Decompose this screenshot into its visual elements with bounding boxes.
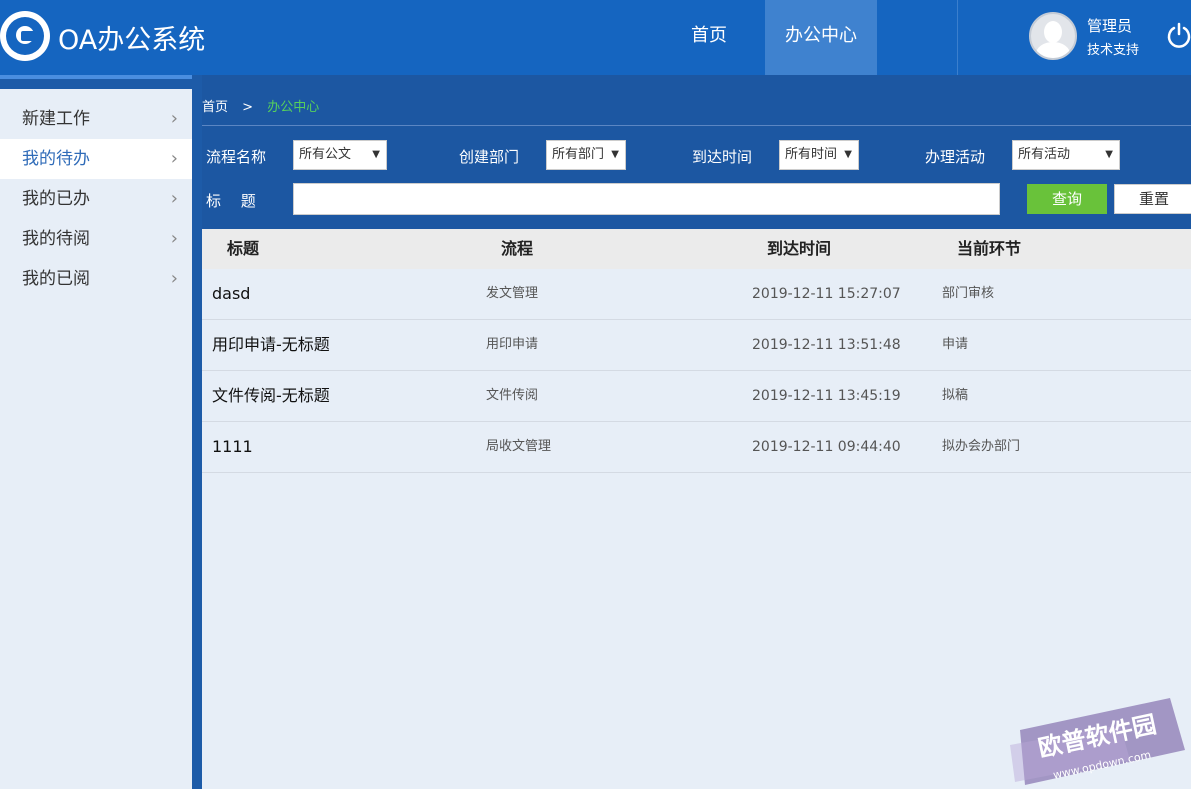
flow-name-value: 所有公文	[299, 147, 352, 162]
row-title[interactable]: 用印申请-无标题	[212, 320, 330, 370]
arrival-time-select[interactable]: 所有时间 ▼	[779, 140, 859, 170]
dropdown-arrow-icon: ▼	[1105, 149, 1113, 160]
sidebar-item-my-to-read[interactable]: 我的待阅 ›	[0, 219, 192, 259]
user-role: 技术支持	[1087, 43, 1140, 58]
dropdown-arrow-icon: ▼	[611, 149, 619, 160]
app-title: OA办公系统	[58, 25, 206, 56]
row-step: 部门审核	[942, 286, 995, 301]
row-time: 2019-12-11 13:51:48	[752, 337, 901, 353]
nav-home[interactable]: 首页	[652, 0, 766, 75]
query-button[interactable]: 查询	[1027, 184, 1107, 214]
row-step: 拟办会办部门	[942, 439, 1021, 454]
nav-office-center[interactable]: 办公中心	[765, 0, 877, 75]
row-title[interactable]: 文件传阅-无标题	[212, 371, 330, 421]
avatar[interactable]	[1029, 12, 1077, 60]
sidebar-item-label: 我的待办	[22, 149, 90, 169]
sidebar-item-my-read[interactable]: 我的已阅 ›	[0, 259, 192, 299]
dropdown-arrow-icon: ▼	[844, 149, 852, 160]
sidebar: 新建工作 › 我的待办 › 我的已办 › 我的待阅 › 我的已阅 ›	[0, 75, 192, 789]
reset-button[interactable]: 重置	[1114, 184, 1191, 214]
activity-select[interactable]: 所有活动 ▼	[1012, 140, 1120, 170]
header-divider	[957, 0, 958, 75]
row-time: 2019-12-11 09:44:40	[752, 439, 901, 455]
dept-value: 所有部门	[552, 147, 605, 162]
row-title[interactable]: 1111	[212, 422, 253, 472]
column-header-current-step: 当前环节	[957, 239, 1022, 258]
sidebar-item-new-work[interactable]: 新建工作 ›	[0, 99, 192, 139]
row-flow: 局收文管理	[486, 439, 552, 454]
watermark-logo: 欧普软件园 www.opdown.com	[1010, 698, 1185, 785]
chevron-right-icon: ›	[170, 228, 178, 249]
sidebar-item-label: 我的已办	[22, 189, 90, 209]
table-row[interactable]: 文件传阅-无标题 文件传阅 2019-12-11 13:45:19 拟稿	[202, 371, 1191, 422]
row-step: 拟稿	[942, 388, 969, 403]
sidebar-item-label: 新建工作	[22, 109, 90, 129]
activity-value: 所有活动	[1018, 147, 1071, 162]
breadcrumb-separator: >	[242, 100, 254, 115]
flow-name-select[interactable]: 所有公文 ▼	[293, 140, 387, 170]
filter-divider	[202, 125, 1191, 126]
filter-panel: 首页 > 办公中心 流程名称 所有公文 ▼ 创建部门 所有部门 ▼ 到达时间 所…	[202, 75, 1191, 229]
top-header: OA办公系统 首页 办公中心 管理员 技术支持	[0, 0, 1191, 75]
table-header: 标题 流程 到达时间 当前环节	[202, 229, 1191, 269]
sidebar-item-my-todo[interactable]: 我的待办 ›	[0, 139, 192, 179]
logo-icon	[0, 11, 50, 61]
sidebar-item-my-done[interactable]: 我的已办 ›	[0, 179, 192, 219]
column-header-flow: 流程	[501, 239, 534, 258]
table-row[interactable]: dasd 发文管理 2019-12-11 15:27:07 部门审核	[202, 269, 1191, 320]
title-label: 标 题	[206, 192, 256, 210]
table-row[interactable]: 用印申请-无标题 用印申请 2019-12-11 13:51:48 申请	[202, 320, 1191, 371]
title-input[interactable]	[293, 183, 1000, 215]
row-time: 2019-12-11 15:27:07	[752, 286, 901, 302]
row-time: 2019-12-11 13:45:19	[752, 388, 901, 404]
row-flow: 文件传阅	[486, 388, 539, 403]
activity-label: 办理活动	[925, 148, 986, 166]
row-flow: 用印申请	[486, 337, 539, 352]
content-left-border	[192, 75, 202, 789]
sidebar-item-label: 我的待阅	[22, 229, 90, 249]
todo-table: 标题 流程 到达时间 当前环节 dasd 发文管理 2019-12-11 15:…	[202, 229, 1191, 473]
row-flow: 发文管理	[486, 286, 539, 301]
dept-select[interactable]: 所有部门 ▼	[546, 140, 626, 170]
breadcrumb-home[interactable]: 首页	[202, 100, 228, 115]
breadcrumb-current: 办公中心	[267, 100, 320, 115]
flow-name-label: 流程名称	[206, 148, 267, 166]
dept-label: 创建部门	[459, 148, 520, 166]
dropdown-arrow-icon: ▼	[372, 149, 380, 160]
chevron-right-icon: ›	[170, 188, 178, 209]
power-icon[interactable]	[1166, 22, 1191, 48]
column-header-arrival-time: 到达时间	[767, 239, 832, 258]
table-row[interactable]: 1111 局收文管理 2019-12-11 09:44:40 拟办会办部门	[202, 422, 1191, 473]
chevron-right-icon: ›	[170, 268, 178, 289]
user-name: 管理员	[1087, 17, 1133, 35]
breadcrumb: 首页 > 办公中心	[202, 96, 319, 115]
chevron-right-icon: ›	[170, 108, 178, 129]
chevron-right-icon: ›	[170, 148, 178, 169]
arrival-time-value: 所有时间	[785, 147, 838, 162]
row-step: 申请	[942, 337, 969, 352]
sidebar-item-label: 我的已阅	[22, 269, 90, 289]
arrival-time-label: 到达时间	[692, 148, 753, 166]
column-header-title: 标题	[227, 239, 260, 258]
row-title[interactable]: dasd	[212, 269, 250, 319]
